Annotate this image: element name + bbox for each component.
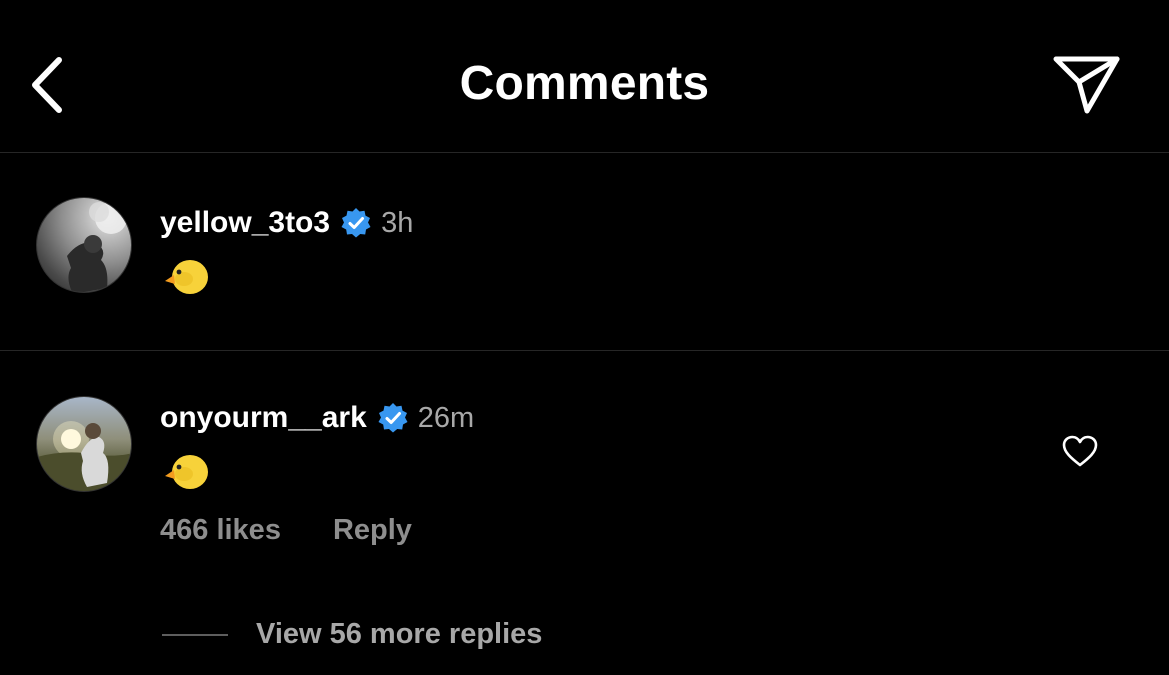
- comment-header: onyourm__ark 26m: [160, 398, 474, 438]
- heart-outline-icon: [1062, 435, 1098, 467]
- comment-actions: 466 likes Reply: [160, 514, 412, 547]
- chick-emoji-icon: [164, 257, 210, 297]
- avatar-photo: [37, 421, 131, 491]
- likes-count[interactable]: 466 likes: [160, 514, 281, 547]
- verified-badge-icon: [377, 402, 409, 434]
- verified-badge-icon: [340, 207, 372, 239]
- avatar[interactable]: [36, 197, 132, 293]
- view-replies-button[interactable]: View 56 more replies: [162, 618, 542, 651]
- username[interactable]: onyourm__ark: [160, 401, 367, 435]
- comment-time: 26m: [417, 401, 475, 434]
- share-button[interactable]: [1048, 50, 1124, 120]
- avatar[interactable]: [36, 396, 132, 492]
- paper-plane-icon: [1053, 56, 1120, 114]
- username[interactable]: yellow_3to3: [160, 206, 330, 240]
- comment-item: yellow_3to3 3h: [0, 153, 1169, 351]
- header: Comments: [0, 0, 1169, 153]
- chick-emoji-icon: [164, 452, 210, 492]
- comment-item: onyourm__ark 26m 466 likes Reply View 56…: [0, 351, 1169, 675]
- replies-divider-line: [162, 633, 228, 636]
- like-button[interactable]: [1060, 431, 1100, 471]
- reply-button[interactable]: Reply: [333, 514, 412, 547]
- view-replies-label: View 56 more replies: [256, 618, 543, 650]
- comment-time: 3h: [381, 206, 414, 239]
- avatar-photo: [67, 202, 127, 292]
- page-title: Comments: [459, 57, 710, 110]
- comment-header: yellow_3to3 3h: [160, 203, 413, 243]
